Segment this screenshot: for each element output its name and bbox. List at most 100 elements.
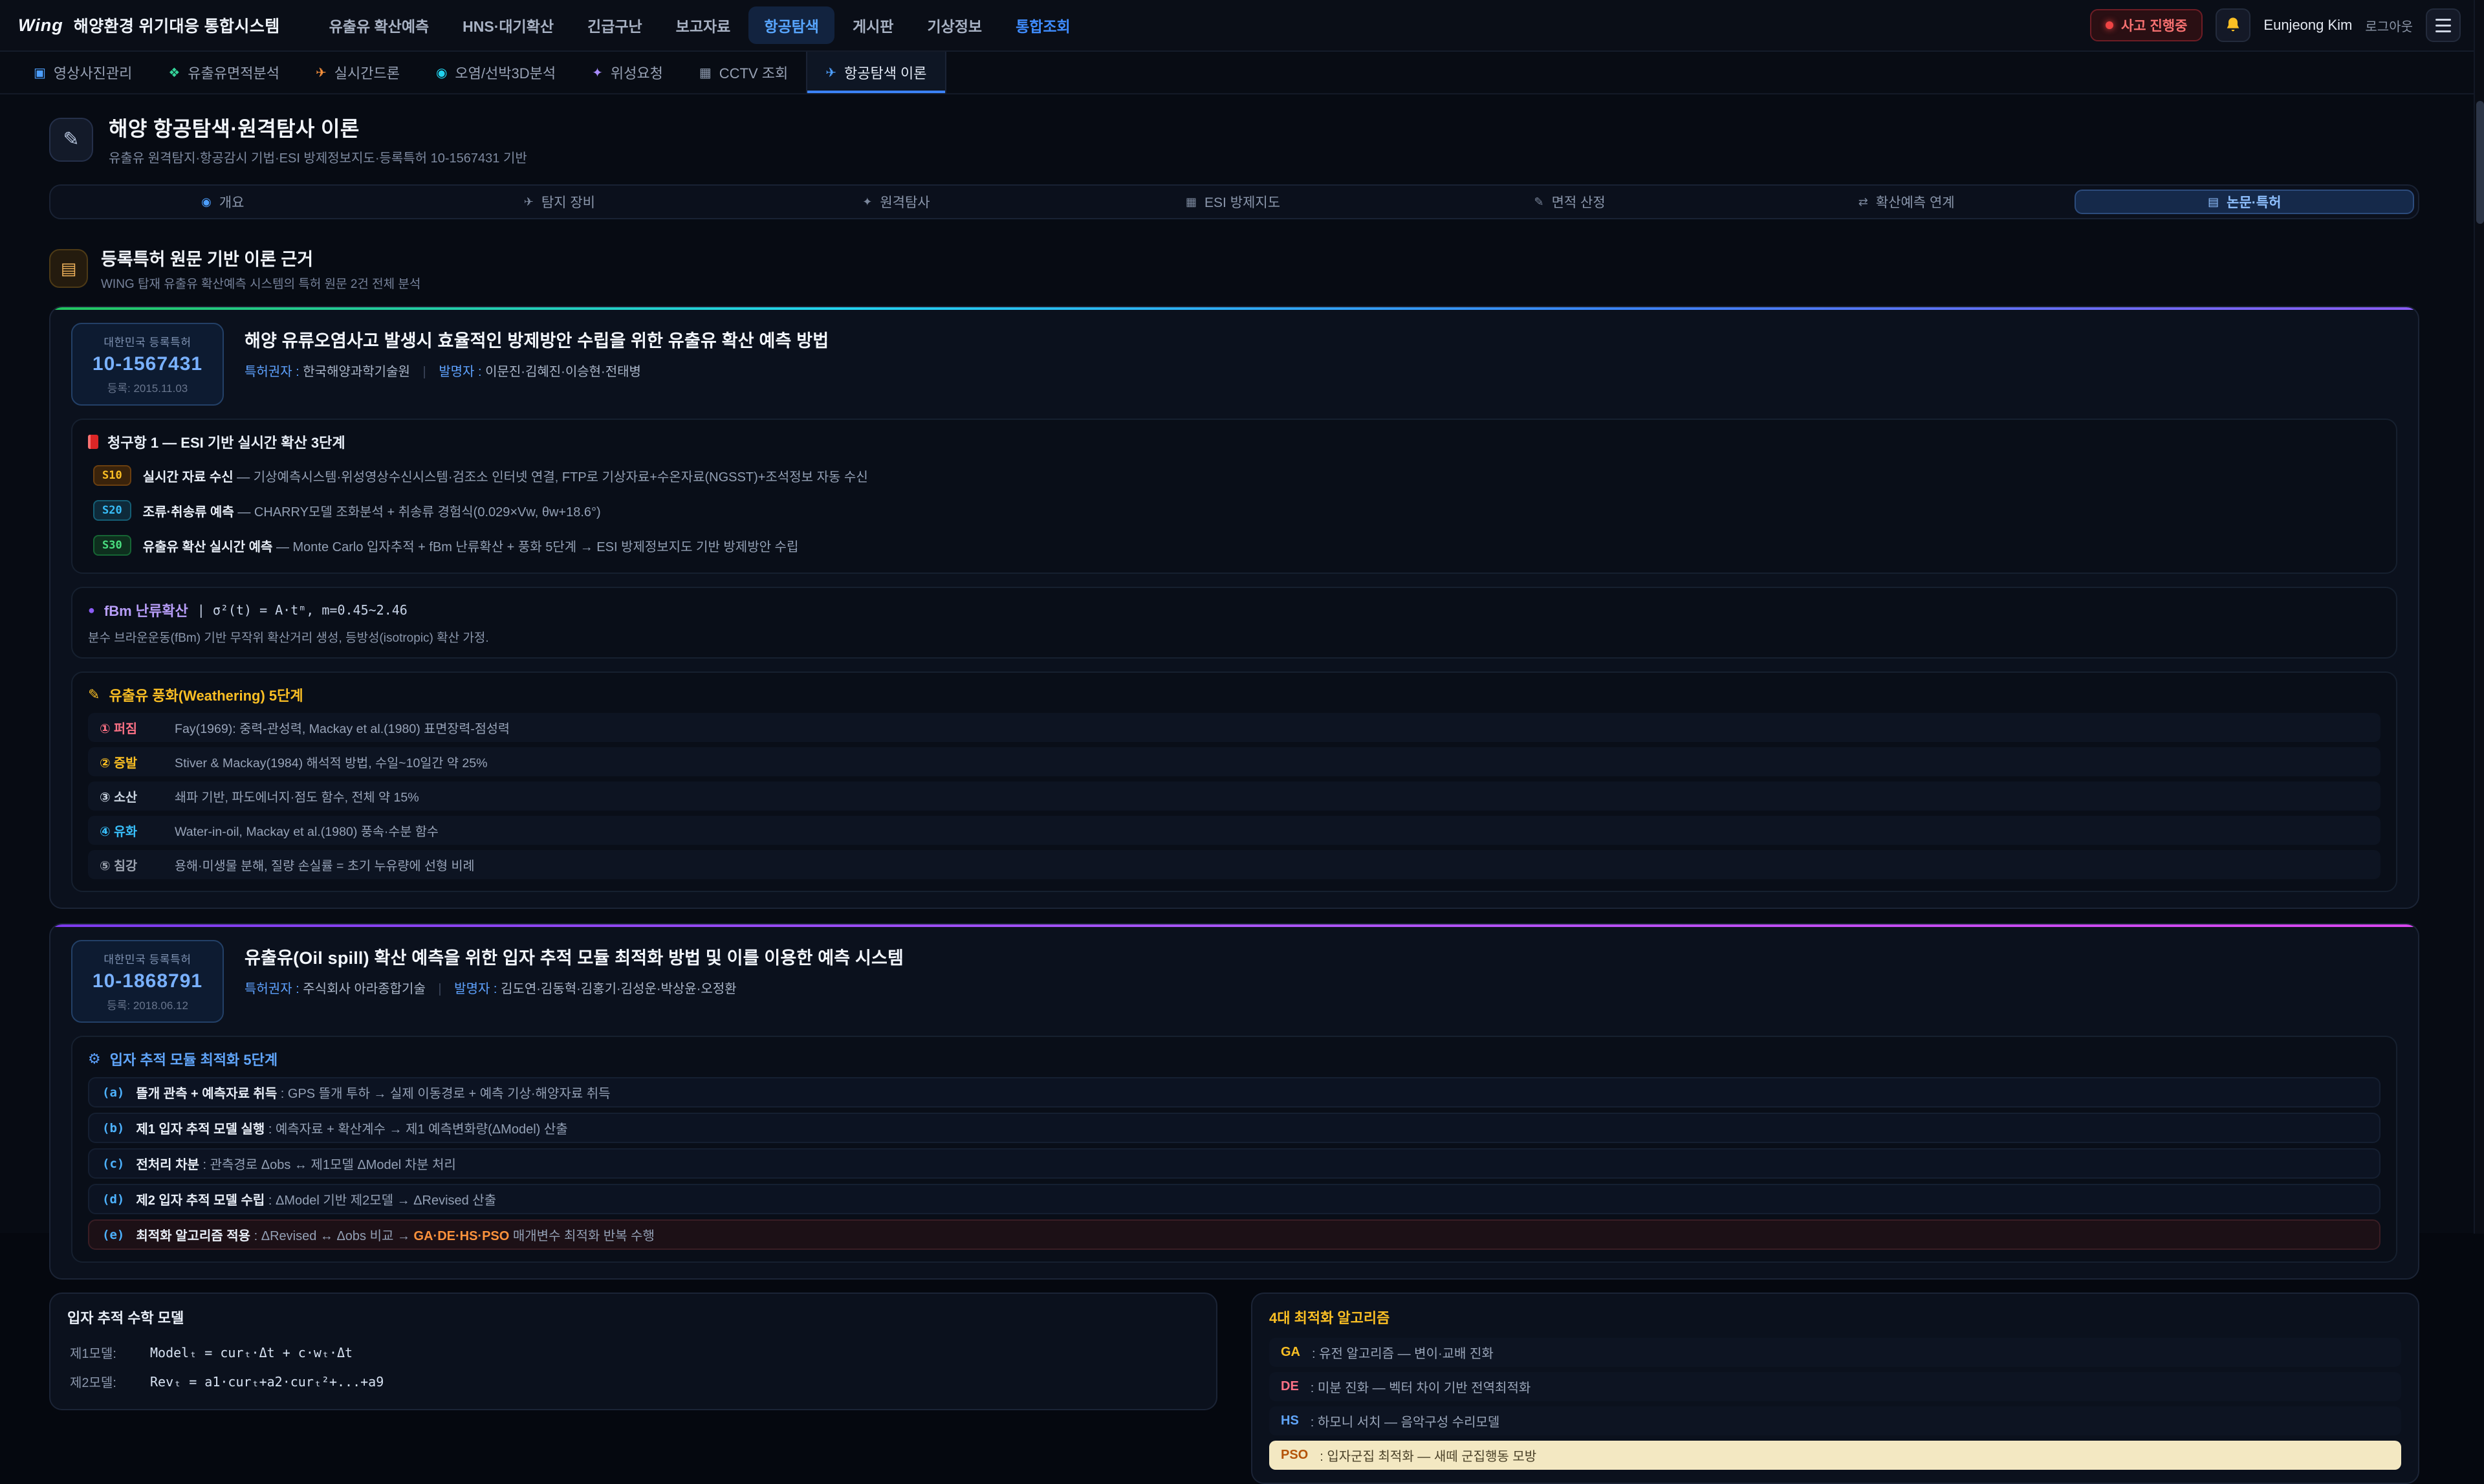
tab-papers-patents[interactable]: ▤ 논문·특허 <box>2075 190 2414 214</box>
algorithms-panel: 4대 최적화 알고리즘 GA : 유전 알고리즘 — 변이·교배 진화 DE :… <box>1251 1293 2419 1484</box>
patent-number-badge: 대한민국 등록특허 10-1567431 등록: 2015.11.03 <box>71 323 224 406</box>
incident-label: 사고 진행중 <box>2121 16 2187 35</box>
tab-overview[interactable]: ◉ 개요 <box>54 190 391 214</box>
math-model-panel: 입자 추적 수학 모델 제1모델: Modelₜ = curₜ·Δt + c·w… <box>49 1293 1217 1410</box>
claims-title: 청구항 1 — ESI 기반 실시간 확산 3단계 <box>107 431 345 452</box>
theory-tab-strip: ◉ 개요 ✈ 탐지 장비 ✦ 원격탐사 ▦ ESI 방제지도 ✎ 면적 산정 ⇄… <box>49 184 2419 219</box>
meta-separator: | <box>438 982 441 996</box>
steps-title: 입자 추적 모듈 최적화 5단계 <box>110 1049 278 1069</box>
patent-title-block: 유출유(Oil spill) 확산 예측을 위한 입자 추적 모듈 최적화 방법… <box>245 940 904 997</box>
step-key: (b) <box>102 1121 124 1135</box>
page-title: 해양 항공탐색·원격탐사 이론 <box>109 113 527 142</box>
subtab-satellite-request[interactable]: ✦ 위성요청 <box>574 52 681 93</box>
weathering-step-desc: Stiver & Mackay(1984) 해석적 방법, 수일~10일간 약 … <box>175 752 488 771</box>
nav-item-oil-spill-prediction[interactable]: 유출유 확산예측 <box>314 6 445 44</box>
tab-diffusion-link[interactable]: ⇄ 확산예측 연계 <box>1738 190 2075 214</box>
fbm-header: ● fBm 난류확산 | σ²(t) = A·tᵐ, m=0.45~2.46 <box>88 600 2380 620</box>
nav-item-weather-info[interactable]: 기상정보 <box>911 6 997 44</box>
owner-label: 특허권자 : <box>245 365 300 379</box>
tab-label: ESI 방제지도 <box>1204 192 1280 212</box>
section-subtitle: WING 탑재 유출유 확산예측 시스템의 특허 원문 2건 전체 분석 <box>101 274 420 292</box>
subtab-aerial-search-theory[interactable]: ✈ 항공탐색 이론 <box>806 52 946 93</box>
step-key: (e) <box>102 1228 124 1242</box>
algo-desc: : 입자군집 최적화 — 새떼 군집행동 모방 <box>1320 1446 1536 1465</box>
tab-area-calculation[interactable]: ✎ 면적 산정 <box>1401 190 1738 214</box>
step-badge-s20: S20 <box>93 500 131 521</box>
subtab-realtime-drone[interactable]: ✈ 실시간드론 <box>298 52 418 93</box>
patent-title: 해양 유류오염사고 발생시 효율적인 방제방안 수립을 위한 유출유 확산 예측… <box>245 327 829 352</box>
weathering-step-desc: Water-in-oil, Mackay et al.(1980) 풍속·수분 … <box>175 821 439 840</box>
inventor-value: 이문진·김혜진·이승현·전태병 <box>485 365 641 379</box>
algo-key: GA <box>1281 1345 1300 1360</box>
inventor-label: 발명자 : <box>439 365 481 379</box>
menu-button[interactable] <box>2426 8 2461 42</box>
weathering-header: ✎ 유출유 풍화(Weathering) 5단계 <box>88 684 2380 705</box>
claim-name: 유출유 확산 실시간 예측 <box>143 540 273 554</box>
subtab-image-photo-mgmt[interactable]: ▣ 영상사진관리 <box>16 52 150 93</box>
nav-item-integrated-search[interactable]: 통합조회 <box>1000 6 1086 44</box>
weathering-row-evaporation: ② 증발 Stiver & Mackay(1984) 해석적 방법, 수일~10… <box>88 747 2380 776</box>
subtab-label: 항공탐색 이론 <box>844 62 927 83</box>
step-name: 제2 입자 추적 모델 수립 <box>136 1194 265 1208</box>
step-desc: 매개변수 최적화 반복 수행 <box>509 1229 655 1243</box>
step-row-d: (d) 제2 입자 추적 모델 수립 : ΔModel 기반 제2모델 → ΔR… <box>88 1184 2380 1214</box>
patent-meta: 특허권자 : 주식회사 아라종합기술 | 발명자 : 김도연·김동혁·김홍기·김… <box>245 978 904 997</box>
overview-icon: ◉ <box>201 195 212 209</box>
tab-label: 원격탐사 <box>880 192 930 212</box>
drone-icon: ✈ <box>316 65 327 81</box>
incident-status-badge[interactable]: 사고 진행중 <box>2090 9 2203 41</box>
subtab-label: 위성요청 <box>611 62 663 83</box>
subtab-oil-area-analysis[interactable]: ❖ 유출유면적분석 <box>150 52 298 93</box>
patent-reg-date: 등록: 2018.06.12 <box>88 996 207 1012</box>
tab-remote-sensing[interactable]: ✦ 원격탐사 <box>728 190 1065 214</box>
step-badge-s30: S30 <box>93 535 131 556</box>
main-nav: 유출유 확산예측 HNS·대기확산 긴급구난 보고자료 항공탐색 게시판 기상정… <box>314 6 1086 44</box>
weathering-row-sinking: ⑤ 침강 용해·미생물 분해, 질량 손실률 = 초기 누유량에 선형 비례 <box>88 850 2380 879</box>
patent-card-1868791: 대한민국 등록특허 10-1868791 등록: 2018.06.12 유출유(… <box>49 923 2419 1280</box>
nav-item-emergency-rescue[interactable]: 긴급구난 <box>572 6 658 44</box>
patent-country: 대한민국 등록특허 <box>88 333 207 349</box>
red-book-icon <box>88 435 98 449</box>
algo-names-highlight: GA·DE·HS·PSO <box>414 1229 510 1243</box>
step-name: 제1 입자 추적 모델 실행 <box>136 1122 265 1137</box>
nav-item-board[interactable]: 게시판 <box>837 6 909 44</box>
nav-item-aerial-search[interactable]: 항공탐색 <box>748 6 834 44</box>
weathering-box: ✎ 유출유 풍화(Weathering) 5단계 ① 퍼짐 Fay(1969):… <box>71 671 2397 892</box>
subtab-pollution-ship-3d[interactable]: ◉ 오염/선박3D분석 <box>418 52 574 93</box>
bottom-panels: 입자 추적 수학 모델 제1모델: Modelₜ = curₜ·Δt + c·w… <box>49 1293 2419 1484</box>
scrollbar-thumb[interactable] <box>2476 101 2484 224</box>
nav-item-reports[interactable]: 보고자료 <box>660 6 746 44</box>
claim-row-s30: S30 유출유 확산 실시간 예측 — Monte Carlo 입자추적 + f… <box>88 530 2380 561</box>
page-header-icon-box: ✎ <box>49 118 93 162</box>
section-icon-box: ▤ <box>49 249 88 288</box>
patent-title: 유출유(Oil spill) 확산 예측을 위한 입자 추적 모듈 최적화 방법… <box>245 944 904 969</box>
tab-detection-equipment[interactable]: ✈ 탐지 장비 <box>391 190 728 214</box>
plane-icon: ✈ <box>524 195 534 209</box>
algo-row-hs: HS : 하모니 서치 — 음악구성 수리모델 <box>1269 1406 2401 1435</box>
page-scrollbar[interactable] <box>2474 0 2484 1234</box>
step-desc: : GPS 뜰개 투하 → 실제 이동경로 + 예측 기상·해양자료 취득 <box>281 1087 611 1101</box>
optimization-steps-box: ⚙ 입자 추적 모듈 최적화 5단계 (a) 뜰개 관측 + 예측자료 취득 :… <box>71 1036 2397 1263</box>
patent-reg-date: 등록: 2015.11.03 <box>88 379 207 395</box>
brand: Wing 해양환경 위기대응 통합시스템 <box>18 14 280 37</box>
step-desc: : 예측자료 + 확산계수 → 제1 예측변화량(ΔModel) 산출 <box>268 1122 568 1137</box>
logout-button[interactable]: 로그아웃 <box>2365 16 2413 35</box>
notification-button[interactable] <box>2216 8 2250 42</box>
math-label: 제2모델: <box>70 1372 137 1391</box>
weathering-step-label: ③ 소산 <box>100 787 162 805</box>
weathering-step-label: ② 증발 <box>100 752 162 771</box>
tab-label: 탐지 장비 <box>541 192 595 212</box>
fbm-formula: | σ²(t) = A·tᵐ, m=0.45~2.46 <box>197 602 408 618</box>
patent-meta: 특허권자 : 한국해양과학기술원 | 발명자 : 이문진·김혜진·이승현·전태병 <box>245 361 829 380</box>
claims-box: 청구항 1 — ESI 기반 실시간 확산 3단계 S10 실시간 자료 수신 … <box>71 419 2397 574</box>
purple-dot-icon: ● <box>88 604 95 617</box>
tab-esi-map[interactable]: ▦ ESI 방제지도 <box>1065 190 1402 214</box>
page-subtitle: 유출유 원격탐지·항공감시 기법·ESI 방제정보지도·등록특허 10-1567… <box>109 147 527 166</box>
owner-label: 특허권자 : <box>245 982 300 996</box>
claim-row-s10: S10 실시간 자료 수신 — 기상예측시스템·위성영상수신시스템·검조소 인터… <box>88 460 2380 491</box>
subtab-cctv-view[interactable]: ▦ CCTV 조회 <box>681 52 806 93</box>
claims-header: 청구항 1 — ESI 기반 실시간 확산 3단계 <box>88 431 2380 452</box>
inventor-value: 김도연·김동혁·김홍기·김성운·박상윤·오정환 <box>501 982 737 996</box>
nav-item-hns-dispersion[interactable]: HNS·대기확산 <box>447 6 569 44</box>
section-header: ▤ 등록특허 원문 기반 이론 근거 WING 탑재 유출유 확산예측 시스템의… <box>49 245 2419 292</box>
